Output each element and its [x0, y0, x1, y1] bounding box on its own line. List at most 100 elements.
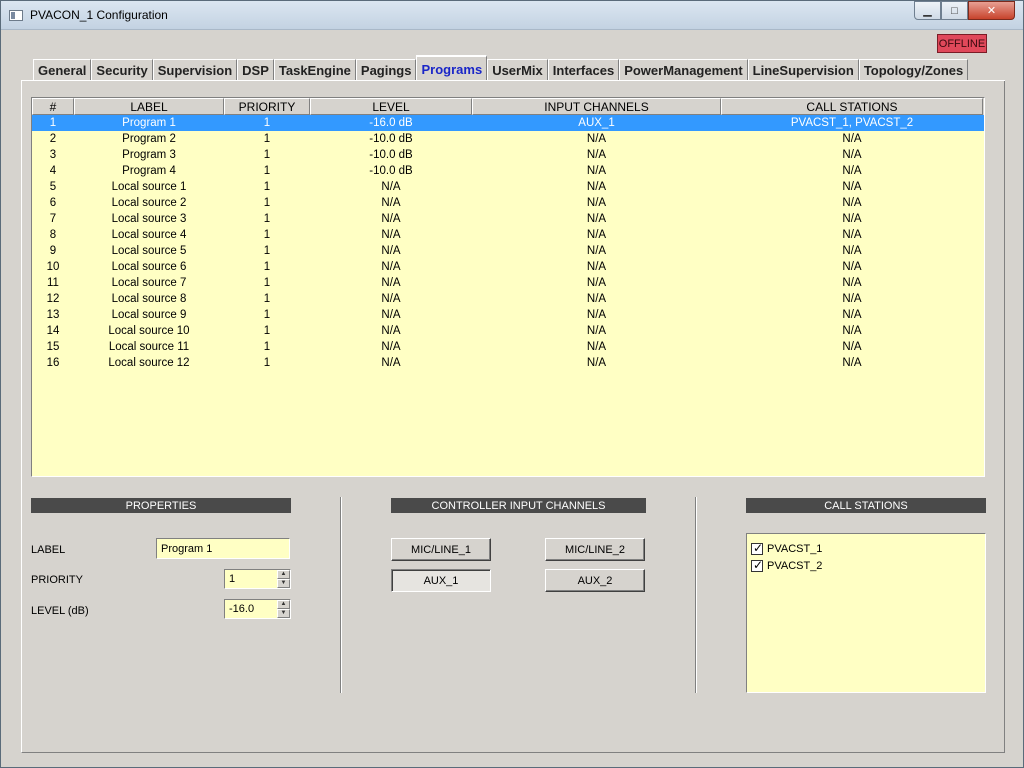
table-row[interactable]: 4 Program 4 1 -10.0 dB N/A N/A	[32, 163, 984, 179]
call-station-item[interactable]: PVACST_2	[751, 557, 981, 574]
table-cell: 1	[263, 309, 271, 321]
column-header[interactable]: LABEL	[74, 98, 224, 115]
tab-topology-zones[interactable]: Topology/Zones	[858, 59, 969, 81]
table-row[interactable]: 9 Local source 5 1 N/A N/A N/A	[32, 243, 984, 259]
table-cell: N/A	[842, 293, 862, 305]
programs-grid[interactable]: # LABEL PRIORITY LEVEL INPUT CHANNELS CALL ST…	[31, 97, 985, 477]
tab-pagings[interactable]: Pagings	[355, 59, 417, 81]
spin-down-icon[interactable]: ▼	[277, 609, 290, 618]
input-button-aux-2[interactable]: AUX_2	[545, 569, 645, 592]
table-cell: N/A	[586, 293, 607, 305]
grid-body: 1 Program 1 1 -16.0 dB AUX_1 PVACST_1, PVACST…	[32, 115, 984, 371]
table-cell: 1	[263, 213, 271, 225]
table-cell: -10.0 dB	[369, 133, 413, 145]
call-station-item[interactable]: PVACST_1	[751, 540, 981, 557]
table-row[interactable]: 16 Local source 12 1 N/A N/A N/A	[32, 355, 984, 371]
checkbox-checked-icon[interactable]	[751, 558, 763, 572]
tab-linesupervision[interactable]: LineSupervision	[747, 59, 859, 81]
table-row[interactable]: 13 Local source 9 1 N/A N/A N/A	[32, 307, 984, 323]
close-button[interactable]: ✕	[968, 1, 1015, 20]
checkbox-checked-icon[interactable]	[751, 541, 763, 555]
table-row[interactable]: 11 Local source 7 1 N/A N/A N/A	[32, 275, 984, 291]
table-cell: 3	[49, 149, 57, 161]
column-header[interactable]: #	[32, 98, 74, 115]
table-cell: N/A	[842, 261, 862, 273]
input-button-mic-line-1[interactable]: MIC/LINE_1	[391, 538, 491, 561]
table-cell: 1	[263, 197, 271, 209]
table-cell: Program 1	[122, 117, 176, 129]
table-row[interactable]: 1 Program 1 1 -16.0 dB AUX_1 PVACST_1, PVACST…	[32, 115, 984, 131]
table-row[interactable]: 5 Local source 1 1 N/A N/A N/A	[32, 179, 984, 195]
tab-interfaces[interactable]: Interfaces	[547, 59, 620, 81]
title-bar[interactable]: PVACON_1 Configuration ▁ □ ✕	[1, 1, 1023, 30]
priority-caption: PRIORITY	[31, 574, 83, 586]
table-cell: Program 2	[122, 133, 176, 145]
minimize-button[interactable]: ▁	[914, 1, 941, 20]
table-cell: 11	[47, 277, 59, 289]
input-button-mic-line-2[interactable]: MIC/LINE_2	[545, 538, 645, 561]
table-cell: N/A	[586, 357, 607, 369]
table-cell: 14	[46, 325, 60, 337]
table-cell: Local source 10	[108, 325, 190, 337]
table-cell: 5	[49, 181, 57, 193]
table-row[interactable]: 15 Local source 11 1 N/A N/A N/A	[32, 339, 984, 355]
maximize-button[interactable]: □	[941, 1, 968, 20]
call-station-label: PVACST_2	[767, 559, 823, 572]
column-header[interactable]: INPUT CHANNELS	[472, 98, 721, 115]
table-cell: N/A	[586, 149, 607, 161]
tab-security[interactable]: Security	[91, 59, 153, 81]
table-cell: N/A	[842, 165, 862, 177]
section-divider	[340, 497, 342, 693]
table-row[interactable]: 7 Local source 3 1 N/A N/A N/A	[32, 211, 984, 227]
tab-taskengine[interactable]: TaskEngine	[273, 59, 356, 81]
table-row[interactable]: 14 Local source 10 1 N/A N/A N/A	[32, 323, 984, 339]
table-cell: N/A	[842, 213, 862, 225]
spin-down-icon[interactable]: ▼	[277, 579, 290, 588]
table-cell: N/A	[842, 133, 862, 145]
table-cell: 1	[263, 133, 271, 145]
column-header[interactable]: CALL STATIONS	[721, 98, 983, 115]
tab-dsp[interactable]: DSP	[237, 59, 274, 81]
level-spinner[interactable]: -16.0 ▲ ▼	[224, 599, 291, 619]
table-row[interactable]: 6 Local source 2 1 N/A N/A N/A	[32, 195, 984, 211]
tab-programs[interactable]: Programs	[416, 55, 488, 81]
table-row[interactable]: 12 Local source 8 1 N/A N/A N/A	[32, 291, 984, 307]
table-cell: 1	[263, 149, 271, 161]
table-cell: N/A	[381, 197, 401, 209]
table-row[interactable]: 10 Local source 6 1 N/A N/A N/A	[32, 259, 984, 275]
table-row[interactable]: 2 Program 2 1 -10.0 dB N/A N/A	[32, 131, 984, 147]
column-header[interactable]: LEVEL	[310, 98, 472, 115]
level-caption: LEVEL (dB)	[31, 605, 89, 617]
table-cell: 1	[263, 325, 271, 337]
spin-up-icon[interactable]: ▲	[277, 600, 290, 609]
tab-general[interactable]: General	[33, 59, 92, 81]
tab-strip: General Security Supervision DSP TaskEngine P…	[33, 55, 969, 81]
window-app-icon[interactable]	[9, 10, 23, 21]
table-cell: N/A	[586, 133, 607, 145]
input-button-aux-1[interactable]: AUX_1	[391, 569, 491, 592]
tab-usermix[interactable]: UserMix	[487, 59, 548, 81]
table-cell: N/A	[842, 341, 862, 353]
table-cell: Program 3	[122, 149, 176, 161]
table-cell: -16.0 dB	[369, 117, 413, 129]
table-cell: N/A	[842, 245, 862, 257]
table-cell: N/A	[381, 341, 401, 353]
label-field[interactable]: Program 1	[156, 538, 290, 559]
call-stations-list: PVACST_1 PVACST_2	[746, 533, 986, 693]
table-row[interactable]: 8 Local source 4 1 N/A N/A N/A	[32, 227, 984, 243]
tab-supervision[interactable]: Supervision	[152, 59, 238, 81]
table-cell: AUX_1	[578, 117, 615, 129]
table-cell: N/A	[842, 277, 862, 289]
tab-powermanagement[interactable]: PowerManagement	[619, 59, 748, 81]
close-icon: ✕	[986, 5, 997, 17]
table-cell: 1	[263, 229, 271, 241]
spin-up-icon[interactable]: ▲	[277, 570, 290, 579]
priority-spinner[interactable]: 1 ▲ ▼	[224, 569, 291, 589]
maximize-icon: □	[951, 4, 958, 17]
table-row[interactable]: 3 Program 3 1 -10.0 dB N/A N/A	[32, 147, 984, 163]
table-cell: 8	[49, 229, 57, 241]
column-header[interactable]: PRIORITY	[224, 98, 310, 115]
table-cell: 9	[49, 245, 57, 257]
table-cell: 7	[49, 213, 57, 225]
table-cell: Local source 9	[111, 309, 187, 321]
